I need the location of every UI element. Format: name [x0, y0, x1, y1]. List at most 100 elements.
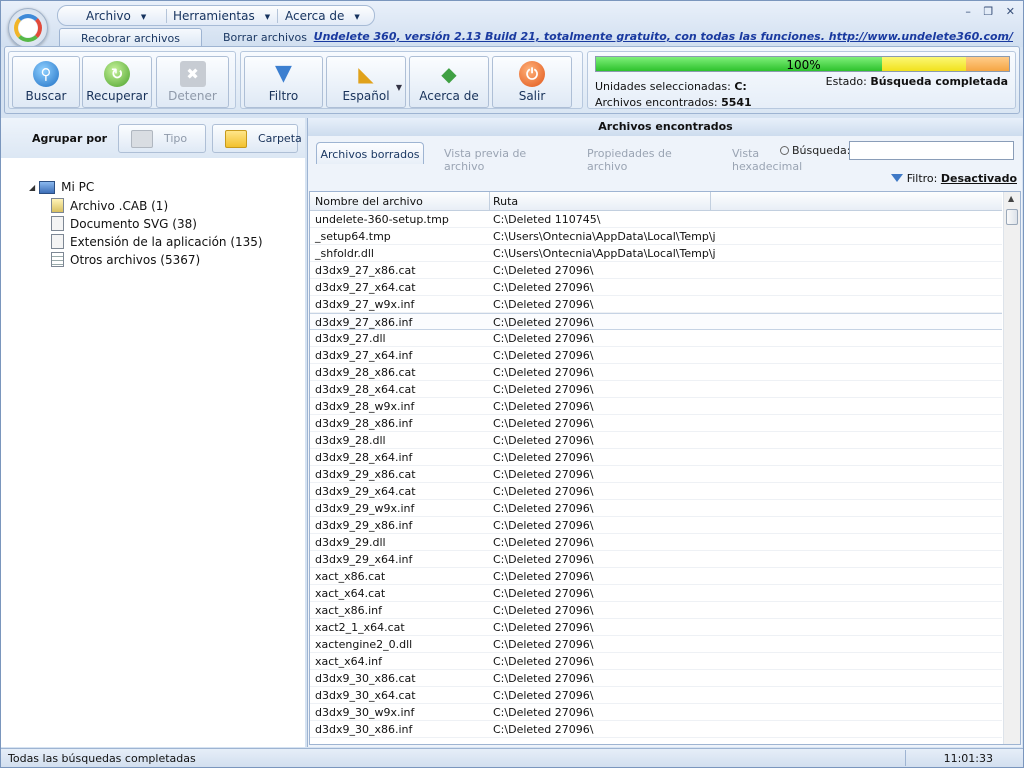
stop-icon: ✖ [179, 61, 206, 87]
idioma-button[interactable]: ◣ Español ▼ [326, 56, 406, 108]
menu-herramientas-label: Herramientas [173, 9, 255, 23]
table-row[interactable]: d3dx9_27_w9x.inf C:\Deleted 27096\ [310, 296, 1002, 313]
column-divider[interactable] [710, 192, 711, 211]
table-row[interactable]: d3dx9_28_x86.cat C:\Deleted 27096\ [310, 364, 1002, 381]
app-logo[interactable] [8, 8, 48, 48]
collapse-arrow-icon[interactable]: ◢ [29, 183, 35, 192]
table-row[interactable]: d3dx9_29_x64.cat C:\Deleted 27096\ [310, 483, 1002, 500]
table-row[interactable]: xact_x64.inf C:\Deleted 27096\ [310, 653, 1002, 670]
state-label: Estado: [825, 75, 867, 88]
column-header-nombre[interactable]: Nombre del archivo [315, 195, 423, 208]
file-name-cell: d3dx9_28_x64.inf [315, 451, 413, 464]
table-row[interactable]: d3dx9_28_x86.inf C:\Deleted 27096\ [310, 415, 1002, 432]
tree-node-app-extension[interactable]: Extensión de la aplicación (135) [51, 234, 263, 249]
file-name-cell: d3dx9_29.dll [315, 536, 386, 549]
menu-herramientas[interactable]: Herramientas ▼ [173, 9, 270, 23]
tab-propiedades[interactable]: Propiedades de archivo [587, 142, 709, 173]
search-input[interactable] [849, 141, 1014, 160]
table-row[interactable]: _setup64.tmp C:\Users\Ontecnia\AppData\Lo… [310, 228, 1002, 245]
espanol-label: Español [342, 89, 390, 103]
filter-toggle-link[interactable]: Desactivado [941, 172, 1017, 185]
table-row[interactable]: d3dx9_27_x64.cat C:\Deleted 27096\ [310, 279, 1002, 296]
file-name-cell: d3dx9_27_x64.cat [315, 281, 416, 294]
table-row[interactable]: d3dx9_27.dll C:\Deleted 27096\ [310, 330, 1002, 347]
tab-archivos-borrados[interactable]: Archivos borrados [316, 142, 424, 164]
vertical-scrollbar[interactable]: ▲ [1003, 192, 1020, 744]
column-divider[interactable] [489, 192, 490, 211]
table-row[interactable]: d3dx9_28.dll C:\Deleted 27096\ [310, 432, 1002, 449]
tab-vista-previa[interactable]: Vista previa de archivo [444, 142, 560, 173]
file-path-cell: C:\Users\Ontecnia\AppData\Local\Temp\js.… [493, 247, 715, 260]
file-name-cell: d3dx9_28_w9x.inf [315, 400, 415, 413]
scroll-up-icon[interactable]: ▲ [1008, 194, 1014, 203]
tree-node-cab[interactable]: Archivo .CAB (1) [51, 198, 168, 213]
table-row[interactable]: xact_x86.inf C:\Deleted 27096\ [310, 602, 1002, 619]
menu-acerca-de[interactable]: Acerca de ▼ [285, 9, 360, 23]
file-name-cell: xactengine2_0.dll [315, 638, 413, 651]
acerca-de-button[interactable]: ◆ Acerca de [409, 56, 489, 108]
table-row[interactable]: d3dx9_29_x86.inf C:\Deleted 27096\ [310, 517, 1002, 534]
table-row[interactable]: d3dx9_30_x86.cat C:\Deleted 27096\ [310, 670, 1002, 687]
table-row[interactable]: xact_x86.cat C:\Deleted 27096\ [310, 568, 1002, 585]
progress-bar: 100% [595, 56, 1010, 72]
table-row[interactable]: d3dx9_29_x64.inf C:\Deleted 27096\ [310, 551, 1002, 568]
tab-recobrar-archivos[interactable]: Recobrar archivos [59, 28, 202, 47]
file-path-cell: C:\Deleted 27096\ [493, 502, 594, 515]
tab-borrar-archivos[interactable]: Borrar archivos [206, 28, 324, 47]
table-row[interactable]: xact_x64.cat C:\Deleted 27096\ [310, 585, 1002, 602]
detener-button[interactable]: ✖ Detener [156, 56, 229, 108]
column-header-ruta[interactable]: Ruta [493, 195, 518, 208]
deleted-files-table: Nombre del archivo Ruta undelete-360-set… [309, 191, 1021, 745]
table-row[interactable]: d3dx9_27_x64.inf C:\Deleted 27096\ [310, 347, 1002, 364]
language-icon: ◣ [358, 62, 374, 86]
table-row[interactable]: d3dx9_29_w9x.inf C:\Deleted 27096\ [310, 500, 1002, 517]
generic-file-icon [51, 252, 64, 267]
table-row[interactable]: d3dx9_28_x64.cat C:\Deleted 27096\ [310, 381, 1002, 398]
file-name-cell: d3dx9_28.dll [315, 434, 386, 447]
promo-link[interactable]: Undelete 360, versión 2.13 Build 21, tot… [314, 30, 1013, 43]
table-row[interactable]: d3dx9_27_x86.inf C:\Deleted 27096\ [310, 313, 1002, 330]
recover-icon: ↻ [104, 61, 130, 87]
filtro-button[interactable]: ▼ Filtro [244, 56, 323, 108]
tree-node-svg[interactable]: Documento SVG (38) [51, 216, 197, 231]
table-row[interactable]: d3dx9_29.dll C:\Deleted 27096\ [310, 534, 1002, 551]
recuperar-button[interactable]: ↻ Recuperar [82, 56, 152, 108]
tree-item-label: Archivo .CAB (1) [70, 199, 169, 213]
file-name-cell: d3dx9_30_x86.inf [315, 723, 413, 736]
scrollbar-thumb[interactable] [1006, 209, 1018, 225]
group-by-tipo-button[interactable]: Tipo [118, 124, 206, 153]
info-tag-icon: ◆ [441, 62, 457, 86]
ribbon-group-settings: ▼ Filtro ◣ Español ▼ ◆ Acerca de ⏻ Salir [240, 51, 583, 109]
buscar-button[interactable]: ⚲ Buscar [12, 56, 80, 108]
table-row[interactable]: d3dx9_28_w9x.inf C:\Deleted 27096\ [310, 398, 1002, 415]
menu-archivo[interactable]: Archivo ▼ [86, 9, 146, 23]
table-row[interactable]: xact2_1_x64.cat C:\Deleted 27096\ [310, 619, 1002, 636]
file-path-cell: C:\Deleted 27096\ [493, 638, 594, 651]
table-row[interactable]: _shfoldr.dll C:\Users\Ontecnia\AppData\Lo… [310, 245, 1002, 262]
table-row[interactable]: d3dx9_30_x64.cat C:\Deleted 27096\ [310, 687, 1002, 704]
chevron-down-icon[interactable]: ▼ [396, 83, 402, 92]
salir-button[interactable]: ⏻ Salir [492, 56, 572, 108]
table-row[interactable]: xactengine2_0.dll C:\Deleted 27096\ [310, 636, 1002, 653]
minimize-icon[interactable]: – [965, 5, 971, 18]
table-row[interactable]: undelete-360-setup.tmp C:\Deleted 110745\ [310, 211, 1002, 228]
file-name-cell: d3dx9_30_x64.cat [315, 689, 416, 702]
table-row[interactable]: d3dx9_28_x64.inf C:\Deleted 27096\ [310, 449, 1002, 466]
tipo-label: Tipo [164, 132, 188, 145]
table-row[interactable]: d3dx9_27_x86.cat C:\Deleted 27096\ [310, 262, 1002, 279]
file-name-cell: d3dx9_29_x64.inf [315, 553, 413, 566]
file-name-cell: xact_x86.inf [315, 604, 383, 617]
file-name-cell: undelete-360-setup.tmp [315, 213, 449, 226]
file-name-cell: d3dx9_30_x86.cat [315, 672, 416, 685]
file-name-cell: d3dx9_29_x86.inf [315, 519, 413, 532]
restore-icon[interactable]: ❐ [983, 5, 993, 18]
close-icon[interactable]: ✕ [1006, 5, 1015, 18]
table-row[interactable]: d3dx9_30_w9x.inf C:\Deleted 27096\ [310, 704, 1002, 721]
tree-node-mi-pc[interactable]: ◢ Mi PC [29, 180, 94, 194]
tree-node-other-files[interactable]: Otros archivos (5367) [51, 252, 200, 267]
file-path-cell: C:\Deleted 27096\ [493, 264, 594, 277]
table-row[interactable]: d3dx9_30_x86.inf C:\Deleted 27096\ [310, 721, 1002, 738]
table-row[interactable]: d3dx9_29_x86.cat C:\Deleted 27096\ [310, 466, 1002, 483]
group-by-carpeta-button[interactable]: Carpeta [212, 124, 302, 153]
file-name-cell: d3dx9_28_x86.inf [315, 417, 413, 430]
